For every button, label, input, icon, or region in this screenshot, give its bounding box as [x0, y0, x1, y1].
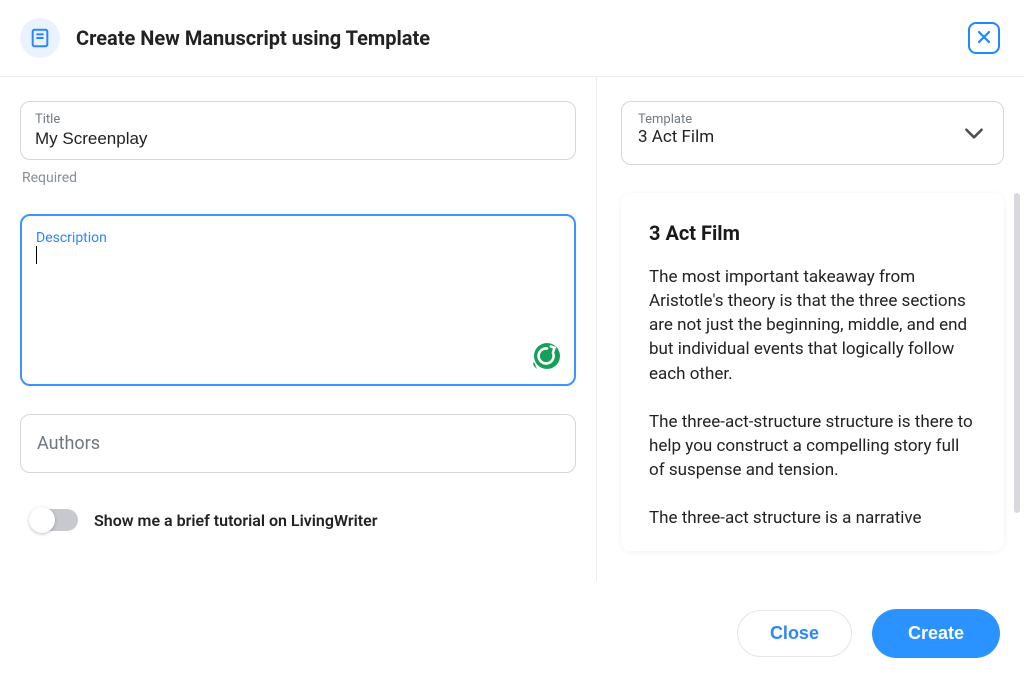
modal-footer: Close Create	[0, 581, 1024, 658]
info-card-scrollbar[interactable]	[1014, 193, 1020, 513]
tutorial-toggle-row: Show me a brief tutorial on LivingWriter	[20, 509, 576, 531]
left-pane: Title Required Description Authors	[0, 77, 597, 581]
grammarly-icon[interactable]	[530, 340, 562, 372]
template-select-text: Template 3 Act Film	[638, 112, 714, 147]
header-left: Create New Manuscript using Template	[20, 18, 430, 58]
template-label: Template	[638, 112, 714, 127]
title-input[interactable]	[35, 129, 561, 149]
description-field-wrapper[interactable]: Description	[20, 214, 576, 386]
close-button[interactable]	[968, 22, 1000, 54]
template-info-para-3: The three-act structure is a narrative	[649, 506, 976, 530]
title-label: Title	[35, 112, 561, 127]
tutorial-toggle-label: Show me a brief tutorial on LivingWriter	[94, 511, 377, 530]
title-field-wrapper[interactable]: Title	[20, 101, 576, 160]
modal-body: Title Required Description Authors	[0, 77, 1024, 581]
title-hint: Required	[22, 170, 576, 186]
template-value: 3 Act Film	[638, 127, 714, 147]
toggle-knob	[29, 507, 55, 533]
template-select[interactable]: Template 3 Act Film	[621, 101, 1004, 165]
description-label: Description	[36, 230, 560, 246]
template-icon	[20, 18, 60, 58]
authors-field-wrapper[interactable]: Authors	[20, 414, 576, 473]
close-icon	[977, 29, 991, 48]
modal-header: Create New Manuscript using Template	[0, 0, 1024, 77]
close-footer-button[interactable]: Close	[737, 610, 852, 657]
modal-title: Create New Manuscript using Template	[76, 26, 430, 50]
authors-label: Authors	[37, 433, 559, 454]
create-button[interactable]: Create	[872, 609, 1000, 658]
template-info-title: 3 Act Film	[649, 221, 976, 245]
template-info-card: 3 Act Film The most important takeaway f…	[621, 193, 1004, 551]
chevron-down-icon	[961, 112, 987, 154]
right-pane: Template 3 Act Film 3 Act Film The most …	[597, 77, 1024, 581]
template-info-para-1: The most important takeaway from Aristot…	[649, 265, 976, 386]
template-info-para-2: The three-act-structure structure is the…	[649, 410, 976, 482]
tutorial-toggle[interactable]	[32, 509, 78, 531]
